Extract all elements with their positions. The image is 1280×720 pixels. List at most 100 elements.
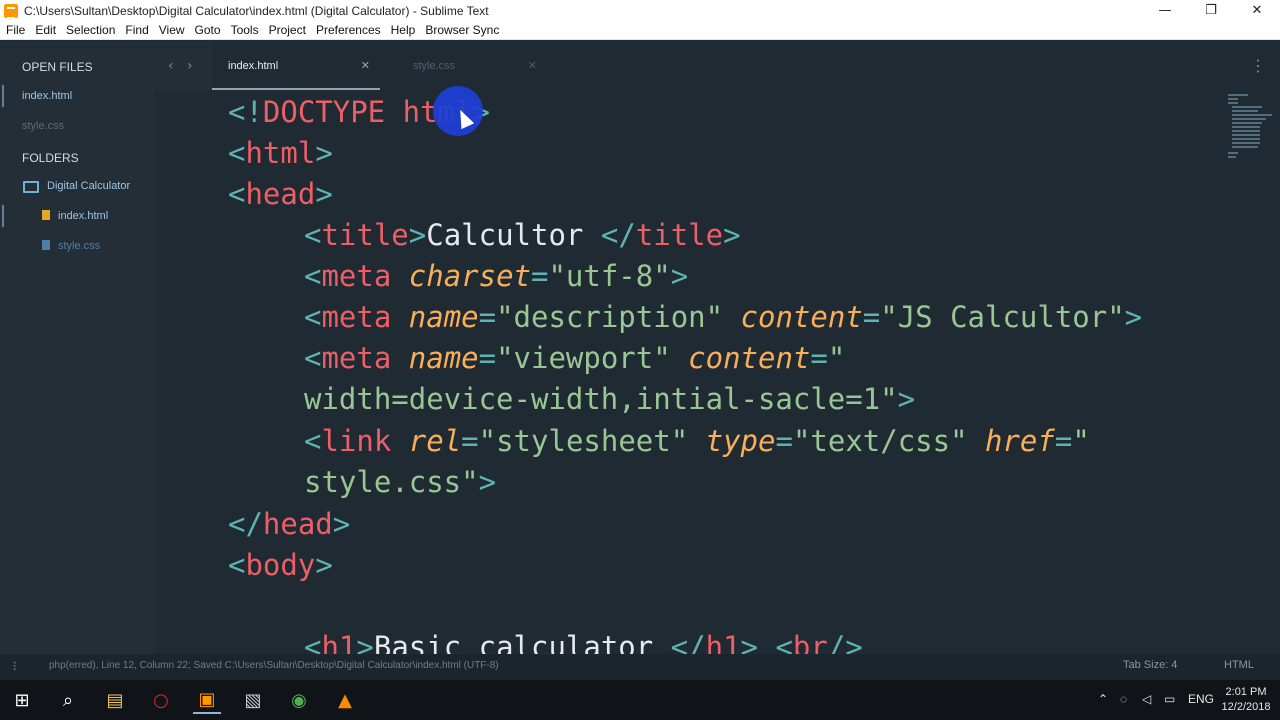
minimap[interactable]	[1224, 92, 1272, 162]
tag-name: meta	[321, 259, 392, 293]
menu-find[interactable]: Find	[125, 23, 148, 37]
restore-button[interactable]: ❐	[1188, 0, 1234, 21]
punct: >	[670, 259, 689, 293]
tab-index-html[interactable]: index.html ✕	[212, 55, 380, 90]
attr-name: name	[408, 300, 479, 334]
minimize-button[interactable]: —	[1142, 0, 1188, 21]
tab-size-indicator[interactable]: Tab Size: 4	[1123, 659, 1177, 671]
tag-name: meta	[321, 300, 392, 334]
punct: >	[1124, 300, 1143, 334]
menu-project[interactable]: Project	[269, 23, 306, 37]
code-editor[interactable]: 1 2 3 4 5 6 7 8 9 10 11 12 <!DOCTYPE htm…	[212, 91, 1280, 654]
search-icon[interactable]: ⌕	[54, 686, 82, 714]
tag-name: h1	[321, 630, 357, 654]
menu-preferences[interactable]: Preferences	[316, 23, 381, 37]
tab-label: index.html	[228, 60, 279, 72]
sublime-text-icon[interactable]: ▣	[193, 686, 221, 714]
app-window-icon[interactable]: ▧	[239, 686, 267, 714]
syntax-indicator[interactable]: HTML	[1224, 659, 1254, 671]
code-line-2: <html>	[228, 136, 333, 170]
language-indicator[interactable]: ENG	[1188, 692, 1214, 706]
tab-close-icon[interactable]: ✕	[528, 59, 537, 72]
panel-toggle-icon[interactable]: ⠇	[12, 660, 21, 674]
tab-nav-arrows[interactable]: ‹ ›	[168, 58, 193, 74]
open-file-index-html[interactable]: index.html	[22, 90, 72, 102]
windows-start-icon[interactable]: ⊞	[8, 686, 36, 714]
menu-goto[interactable]: Goto	[195, 23, 221, 37]
tab-close-icon[interactable]: ✕	[361, 59, 370, 72]
punct: </	[670, 630, 706, 654]
menu-file[interactable]: File	[6, 23, 25, 37]
attr-value: "text/css"	[792, 424, 968, 458]
tab-style-css[interactable]: style.css ✕	[397, 55, 547, 79]
punct: =	[862, 300, 881, 334]
tag-name: h1	[705, 630, 741, 654]
attr-name: content	[740, 300, 863, 334]
menu-help[interactable]: Help	[391, 23, 416, 37]
minimap-line	[1228, 98, 1238, 100]
attr-value: style.css"	[304, 465, 479, 499]
tag-name: head	[245, 177, 316, 211]
menu-view[interactable]: View	[159, 23, 185, 37]
window-controls: — ❐ ✕	[1142, 0, 1280, 21]
status-message: php(erred), Line 12, Column 22; Saved C:…	[49, 660, 499, 671]
attr-name: name	[408, 341, 479, 375]
title-text: Calcultor	[426, 218, 601, 252]
attr-name: content	[688, 341, 811, 375]
menu-selection[interactable]: Selection	[66, 23, 115, 37]
html-file-icon	[42, 210, 50, 220]
opera-icon[interactable]: ○	[147, 686, 175, 714]
file-explorer-icon[interactable]: ▤	[101, 686, 129, 714]
minimap-line	[1232, 122, 1262, 124]
minimap-line	[1228, 94, 1248, 96]
punct: />	[827, 630, 863, 654]
tag-name: meta	[321, 341, 392, 375]
punct: <	[304, 630, 322, 654]
tray-chevron-icon[interactable]: ⌃	[1098, 692, 1108, 706]
menu-tools[interactable]: Tools	[231, 23, 259, 37]
code-line-3: <head>	[228, 177, 333, 211]
minimap-line	[1232, 106, 1262, 108]
punct: >	[315, 548, 333, 582]
punct: >	[740, 630, 758, 654]
tag-name: title	[321, 218, 409, 252]
minimap-line	[1232, 110, 1258, 112]
tree-active-marker	[2, 205, 4, 227]
taskbar-clock[interactable]: 2:01 PM 12/2/2018	[1220, 685, 1272, 715]
attr-value: width=device-width,intial-sacle=1"	[304, 382, 898, 416]
clock-time: 2:01 PM	[1225, 686, 1267, 698]
chrome-icon[interactable]: ◉	[285, 686, 313, 714]
attr-value: "JS Calcultor"	[880, 300, 1125, 334]
attr-value: "	[827, 341, 846, 375]
heading-text: Basic calculator	[373, 630, 671, 654]
menu-browser-sync[interactable]: Browser Sync	[425, 23, 499, 37]
tag-name: head	[262, 507, 333, 541]
attr-name: rel	[408, 424, 462, 458]
punct: </	[228, 507, 263, 541]
battery-icon[interactable]: ▭	[1164, 692, 1175, 706]
punct: =	[810, 341, 828, 375]
code-line-12: <h1>Basic calculator </h1> <br/>	[304, 630, 863, 654]
attr-value: "description"	[496, 300, 724, 334]
attr-value: "stylesheet"	[478, 424, 689, 458]
tree-file-style-css[interactable]: style.css	[58, 240, 100, 252]
attr-name: href	[985, 424, 1055, 458]
punct: >	[478, 465, 497, 499]
open-file-style-css[interactable]: style.css	[22, 120, 64, 132]
open-files-heading: OPEN FILES	[22, 60, 93, 74]
tag-name: br	[792, 630, 828, 654]
vlc-icon[interactable]: ▲	[331, 686, 359, 714]
minimap-line	[1232, 114, 1272, 116]
network-icon[interactable]: ◌	[1120, 692, 1127, 706]
tree-file-index-html[interactable]: index.html	[58, 210, 108, 222]
punct: <	[304, 424, 322, 458]
tab-overflow-menu-icon[interactable]: ⋮	[1250, 56, 1266, 75]
menu-edit[interactable]: Edit	[35, 23, 56, 37]
folder-digital-calculator[interactable]: Digital Calculator	[47, 180, 130, 192]
close-window-button[interactable]: ✕	[1234, 0, 1280, 21]
menu-bar: File Edit Selection Find View Goto Tools…	[0, 21, 1280, 40]
minimap-line	[1232, 130, 1260, 132]
volume-icon[interactable]: ◁	[1142, 692, 1151, 706]
status-bar: ⠇ php(erred), Line 12, Column 22; Saved …	[0, 654, 1280, 680]
attr-value: "viewport"	[496, 341, 671, 375]
